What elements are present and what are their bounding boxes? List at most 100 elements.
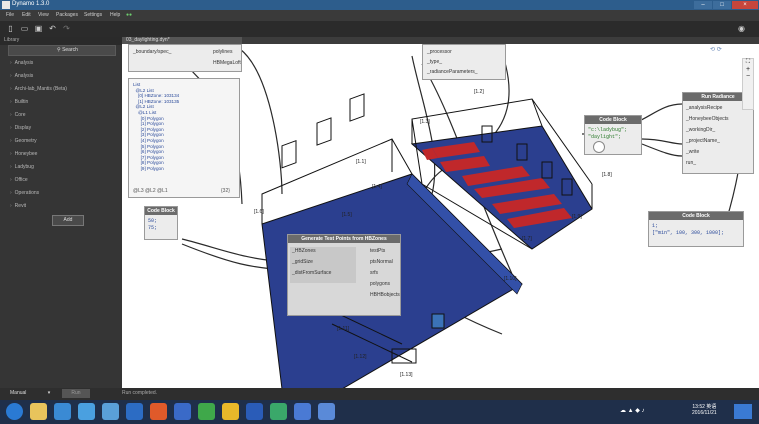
open-file-icon[interactable]: ▭ bbox=[20, 24, 29, 33]
input-port[interactable]: _analysisRecipe bbox=[686, 105, 722, 111]
output-port[interactable]: polylines bbox=[213, 49, 232, 55]
start-icon[interactable] bbox=[6, 403, 23, 420]
app-icon[interactable] bbox=[198, 403, 215, 420]
input-port[interactable]: _boundary/spec_ bbox=[133, 49, 171, 55]
node-boundary[interactable]: _boundary/spec_ polylines HBMegaLoft bbox=[128, 44, 242, 72]
menu-view[interactable]: View bbox=[38, 12, 49, 18]
fit-view-icon[interactable]: ⛶ bbox=[743, 59, 753, 66]
minimize-button[interactable]: – bbox=[694, 1, 712, 9]
save-file-icon[interactable]: ▣ bbox=[34, 24, 43, 33]
output-port-hbobjects[interactable]: HBHBobjects bbox=[370, 292, 400, 298]
app-icon[interactable] bbox=[174, 403, 191, 420]
node-title: Generate Test Points from HBZones bbox=[288, 235, 400, 243]
input-port[interactable]: run_ bbox=[686, 160, 696, 166]
library-item-operations[interactable]: › Operations bbox=[10, 190, 39, 196]
code-line[interactable]: 1; bbox=[652, 223, 658, 229]
code-line[interactable]: "c:\ladybug"; bbox=[588, 127, 627, 133]
zoom-out-icon[interactable]: − bbox=[743, 73, 753, 80]
library-item-revit[interactable]: › Revit bbox=[10, 203, 26, 209]
code-line[interactable]: "daylight"; bbox=[588, 134, 621, 140]
app-icon[interactable] bbox=[270, 403, 287, 420]
input-port[interactable]: _radianceParameters_ bbox=[427, 69, 478, 75]
library-item-office[interactable]: › Office bbox=[10, 177, 28, 183]
zoom-in-icon[interactable]: + bbox=[743, 66, 753, 73]
run-bar: Manual ▾ Run Run completed. bbox=[0, 388, 759, 400]
input-port[interactable]: _HoneybeeObjects bbox=[686, 116, 729, 122]
input-port[interactable]: _workingDir_ bbox=[686, 127, 715, 133]
graph-canvas[interactable]: [1.1] [1.2] [1.3] [1.4] [1.5] [1.6] [1.7… bbox=[122, 44, 759, 388]
library-item-analysis-2[interactable]: › Analysis bbox=[10, 73, 33, 79]
app-icon[interactable] bbox=[102, 403, 119, 420]
redo-icon[interactable]: ↷ bbox=[62, 24, 71, 33]
menu-settings[interactable]: Settings bbox=[84, 12, 102, 18]
library-item-core[interactable]: › Core bbox=[10, 112, 26, 118]
library-item-geometry[interactable]: › Geometry bbox=[10, 138, 37, 144]
library-item-builtin[interactable]: › Builtin bbox=[10, 99, 28, 105]
library-add-button[interactable]: Add bbox=[52, 215, 84, 226]
library-header: Library bbox=[0, 37, 122, 45]
view-toggle-icon[interactable]: ⟲ ⟳ bbox=[710, 46, 722, 53]
watch-node[interactable]: List @L2 List [0] HBZone: 103134 [1] HBZ… bbox=[128, 78, 240, 198]
menu-packages[interactable]: Packages bbox=[56, 12, 78, 18]
code-block-grid[interactable]: Code Block 50; 75; bbox=[144, 206, 178, 240]
tray-clock[interactable]: 13:52 英语 2016/11/21 bbox=[692, 403, 717, 416]
app-icon[interactable] bbox=[78, 403, 95, 420]
library-item-display[interactable]: › Display bbox=[10, 125, 31, 131]
menu-edit[interactable]: Edit bbox=[22, 12, 31, 18]
chevron-right-icon: › bbox=[10, 177, 12, 183]
menu-file[interactable]: File bbox=[6, 12, 14, 18]
zone-label: [1.13] bbox=[400, 372, 413, 378]
library-search-input[interactable]: ⚲ Search bbox=[8, 45, 116, 56]
output-port[interactable]: HBMegaLoft bbox=[213, 60, 241, 66]
zoom-controls: ⛶ + − bbox=[742, 58, 754, 110]
code-block-path[interactable]: Code Block "c:\ladybug"; "daylight"; bbox=[584, 115, 642, 155]
chevron-right-icon: › bbox=[10, 151, 12, 157]
node-title: Code Block bbox=[145, 207, 177, 215]
zone-label: [1.8] bbox=[602, 172, 612, 178]
app-icon[interactable] bbox=[222, 403, 239, 420]
screenshot-icon[interactable]: ◉ bbox=[737, 24, 746, 33]
output-port-polygons[interactable]: polygons bbox=[370, 281, 390, 287]
input-port-hbzones[interactable]: _HBZones bbox=[292, 248, 316, 254]
code-block-thresholds[interactable]: Code Block 1; ["min", 100, 300, 1000]; bbox=[648, 211, 744, 247]
library-item-honeybee[interactable]: › Honeybee bbox=[10, 151, 37, 157]
tray-icons[interactable]: ☁ ▲ ◆ ♪ bbox=[620, 407, 645, 414]
tab-workspace[interactable]: 03_daylighting.dyn* bbox=[122, 37, 242, 44]
new-file-icon[interactable]: ▯ bbox=[6, 24, 15, 33]
search-placeholder: ⚲ Search bbox=[57, 47, 78, 53]
close-button[interactable]: × bbox=[732, 1, 758, 9]
ie-icon[interactable] bbox=[54, 403, 71, 420]
output-port-testpts[interactable]: testPts bbox=[370, 248, 385, 254]
input-port-gridsize[interactable]: _gridSize bbox=[292, 259, 313, 265]
chevron-right-icon: › bbox=[10, 60, 12, 66]
input-port[interactable]: _type_ bbox=[427, 59, 442, 65]
run-mode-dropdown[interactable]: Manual ▾ bbox=[10, 390, 50, 396]
output-port-ptsnormal[interactable]: ptsNormal bbox=[370, 259, 393, 265]
library-item-analysis[interactable]: › Analysis bbox=[10, 60, 33, 66]
zone-label: [1.11] bbox=[337, 326, 350, 332]
dynamo-task-icon[interactable] bbox=[294, 403, 311, 420]
code-line[interactable]: 50; bbox=[148, 218, 157, 224]
app-icon[interactable] bbox=[318, 403, 335, 420]
app-icon[interactable] bbox=[126, 403, 143, 420]
generate-test-points-node[interactable]: Generate Test Points from HBZones _HBZon… bbox=[287, 234, 401, 316]
undo-icon[interactable]: ↶ bbox=[48, 24, 57, 33]
browser-icon[interactable] bbox=[150, 403, 167, 420]
node-analysis-recipe[interactable]: _processor _type_ _radianceParameters_ bbox=[422, 44, 506, 80]
code-line[interactable]: ["min", 100, 300, 1000]; bbox=[652, 230, 724, 236]
input-port[interactable]: _write bbox=[686, 149, 699, 155]
library-item-archilab[interactable]: › Archi-lab_Mantis (Beta) bbox=[10, 86, 67, 92]
code-line[interactable]: 75; bbox=[148, 225, 157, 231]
library-item-ladybug[interactable]: › Ladybug bbox=[10, 164, 34, 170]
output-port-srfs[interactable]: srfs bbox=[370, 270, 378, 276]
input-port[interactable]: _processor bbox=[427, 49, 452, 55]
menu-help[interactable]: Help bbox=[110, 12, 120, 18]
input-port-dist[interactable]: _distFromSurface bbox=[292, 270, 331, 276]
maximize-button[interactable]: □ bbox=[713, 1, 731, 9]
word-icon[interactable] bbox=[246, 403, 263, 420]
zone-label: [1.12] bbox=[354, 354, 367, 360]
explorer-icon[interactable] bbox=[30, 403, 47, 420]
notification-icon[interactable] bbox=[734, 404, 752, 419]
run-button[interactable]: Run bbox=[62, 389, 90, 398]
input-port[interactable]: _projectName_ bbox=[686, 138, 720, 144]
